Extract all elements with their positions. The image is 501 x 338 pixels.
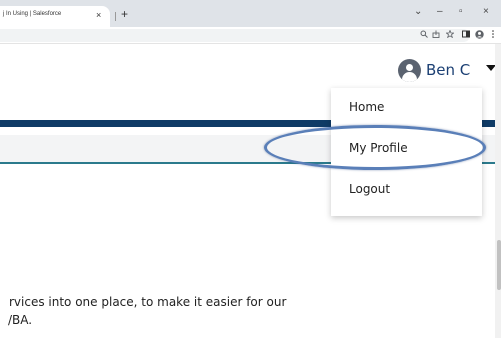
sidepanel-icon[interactable] (462, 30, 470, 40)
scrollbar-thumb[interactable] (497, 240, 501, 290)
browser-toolbar (0, 27, 501, 44)
window-close-icon[interactable]: × (483, 6, 489, 17)
intro-text-line-1: rvices into one place, to make it easier… (9, 295, 287, 309)
menu-icon[interactable] (491, 30, 495, 40)
zoom-icon[interactable] (420, 30, 428, 40)
tab-title: j In Using | Salesforce (3, 11, 62, 17)
account-icon[interactable] (475, 30, 484, 41)
page: j In Using | Salesforce × + ⌄ – ▫ × Ben … (0, 0, 501, 338)
scrollbar[interactable] (495, 44, 501, 338)
menu-item-home[interactable]: Home (349, 100, 384, 114)
address-bar[interactable] (0, 29, 470, 42)
star-icon[interactable] (445, 29, 455, 40)
user-name[interactable]: Ben C (426, 61, 470, 79)
intro-text-line-2: /BA. (8, 313, 33, 327)
browser-tab[interactable]: j In Using | Salesforce × (0, 6, 110, 27)
user-icon-body (402, 72, 417, 82)
user-icon-head (406, 64, 413, 71)
highlight-ellipse (264, 125, 486, 170)
minimize-icon[interactable]: – (437, 6, 443, 17)
avatar[interactable] (398, 59, 421, 82)
browser-tab-bar: j In Using | Salesforce × + ⌄ – ▫ × (0, 0, 501, 27)
new-tab-icon[interactable]: + (121, 7, 128, 21)
menu-item-logout[interactable]: Logout (349, 182, 390, 196)
tab-search-chevron-icon[interactable]: ⌄ (414, 6, 422, 17)
share-icon[interactable] (432, 30, 440, 40)
maximize-icon[interactable]: ▫ (459, 6, 463, 17)
tab-separator (115, 12, 116, 21)
close-tab-icon[interactable]: × (96, 10, 101, 20)
